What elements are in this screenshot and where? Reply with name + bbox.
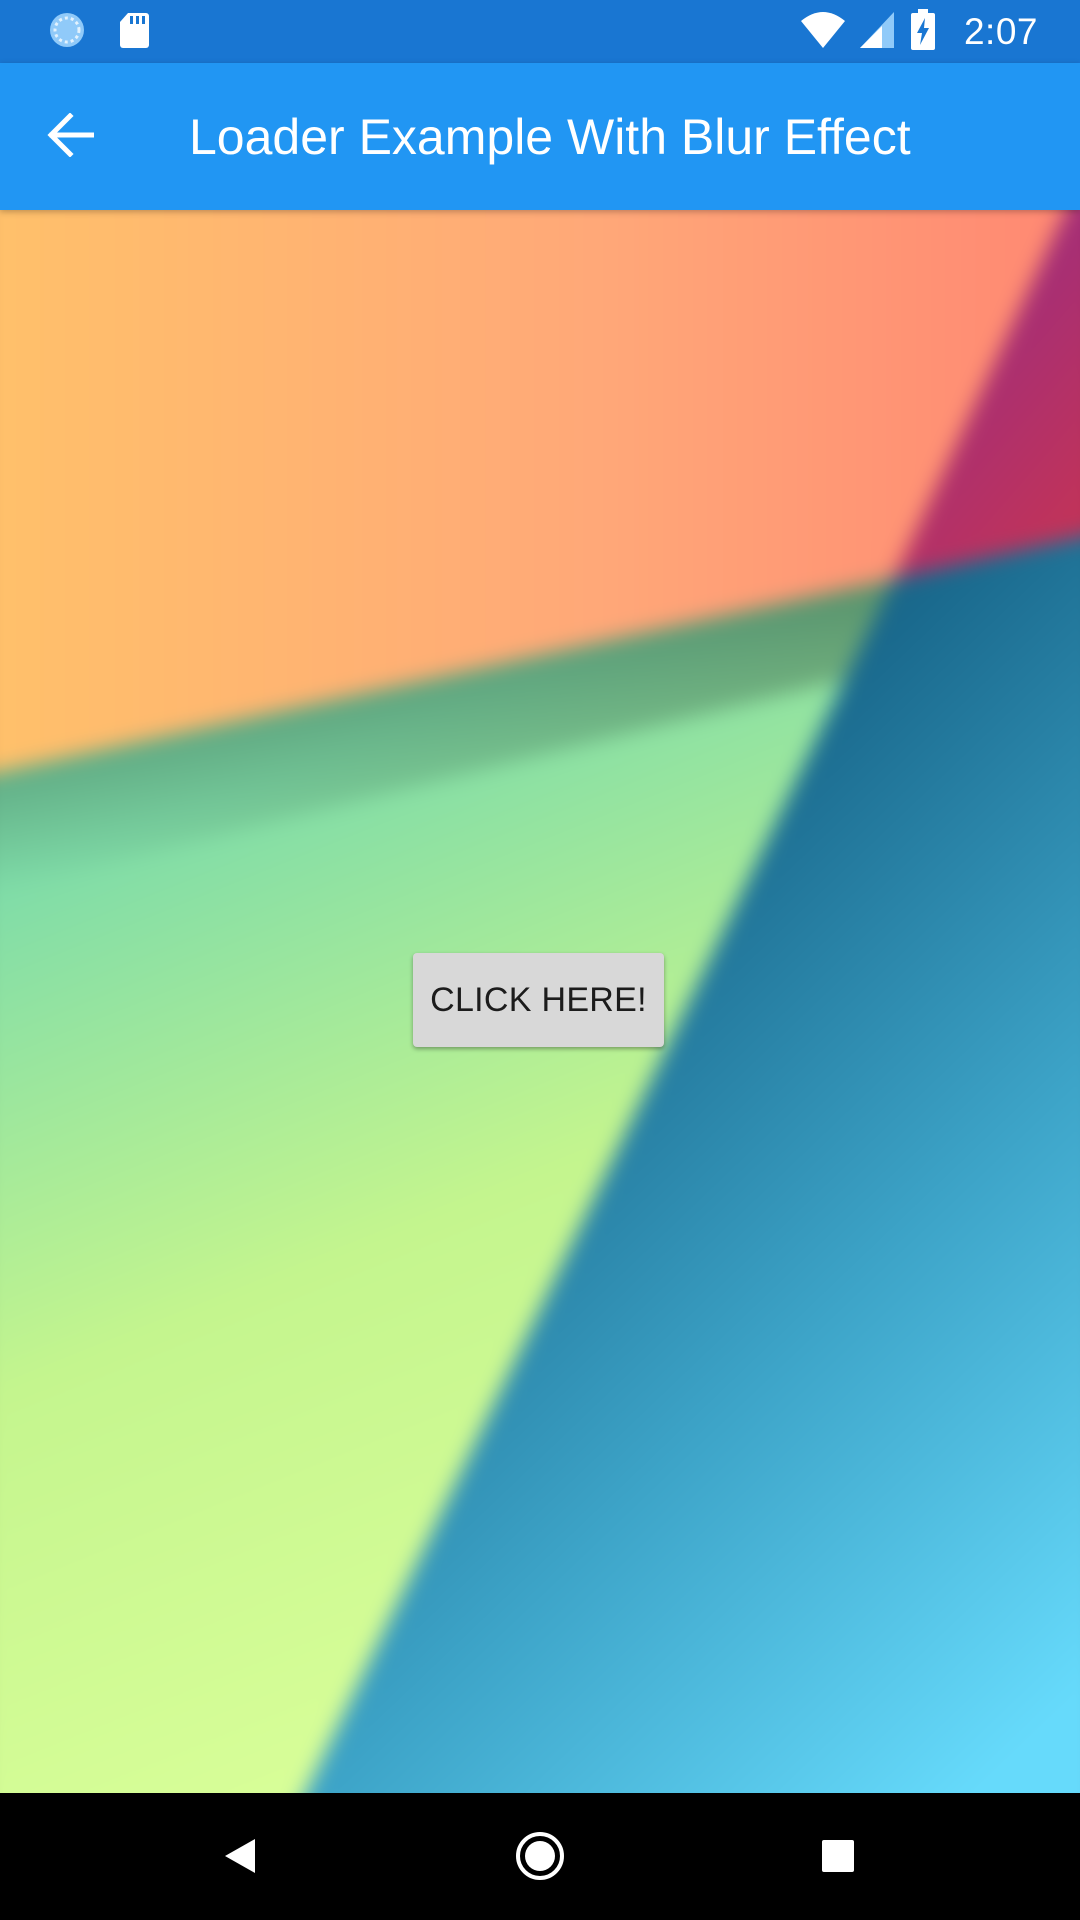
app-bar: Loader Example With Blur Effect — [0, 63, 1080, 210]
status-right-icons: 2:07 — [800, 8, 1038, 56]
click-here-button[interactable]: CLICK HERE! — [413, 953, 664, 1047]
navigation-bar — [0, 1793, 1080, 1920]
home-circle-icon — [514, 1830, 566, 1887]
status-time: 2:07 — [963, 11, 1038, 52]
battery-charging-icon — [910, 8, 936, 56]
sd-card-icon — [118, 11, 150, 54]
cell-signal-icon — [859, 10, 896, 55]
loading-circle-icon — [48, 11, 86, 54]
back-button[interactable] — [30, 103, 110, 171]
recents-square-icon — [820, 1838, 856, 1879]
page-title: Loader Example With Blur Effect — [189, 109, 911, 165]
status-bar: 2:07 — [0, 0, 1080, 63]
status-left-icons — [48, 12, 150, 52]
nav-home-button[interactable] — [505, 1823, 575, 1893]
arrow-back-icon — [46, 111, 95, 162]
wifi-icon — [800, 10, 846, 55]
nav-recents-button[interactable] — [803, 1823, 873, 1893]
screen: 2:07 Loader Example With Blur Effect CLI… — [0, 0, 1080, 1920]
content-area: CLICK HERE! — [0, 210, 1080, 1793]
back-triangle-icon — [222, 1836, 258, 1881]
nav-back-button[interactable] — [205, 1823, 275, 1893]
